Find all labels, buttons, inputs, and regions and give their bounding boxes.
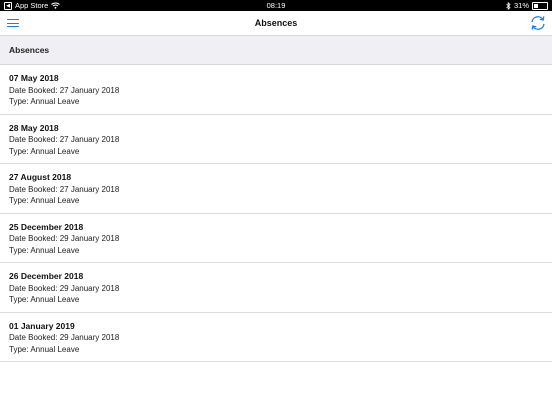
- absence-date: 26 December 2018: [9, 271, 84, 281]
- absence-type-text: Type: Annual Leave: [9, 97, 80, 106]
- battery-icon: [532, 1, 548, 10]
- absence-type-text: Type: Annual Leave: [9, 245, 80, 255]
- section-title: Absences: [9, 45, 50, 55]
- date-booked-text: Date Booked: 27 January 2018: [9, 135, 120, 144]
- absence-date: 27 August 2018: [9, 172, 72, 182]
- absence-type-text: Type: Annual Leave: [9, 146, 80, 156]
- date-booked-text: Date Booked: 29 January 2018: [9, 234, 120, 243]
- absence-date: 25 December 2018: [9, 221, 84, 232]
- absence-list-item[interactable]: 28 May 2018 Date Booked: 27 January 2018 T…: [0, 115, 552, 164]
- absence-date: 28 May 2018: [9, 122, 59, 133]
- battery-fill: [534, 3, 538, 8]
- absence-list-item[interactable]: 27 August 2018 Date Booked: 27 January 20…: [0, 164, 552, 214]
- date-booked-text: Date Booked: 29 January 2018: [9, 283, 120, 293]
- date-booked-text: Date Booked: 27 January 2018: [9, 85, 120, 95]
- absence-list-item[interactable]: 01 January 2019 Date Booked: 29 January 2…: [0, 313, 552, 362]
- absence-date: 07 May 2018: [9, 73, 59, 83]
- refresh-icon[interactable]: [528, 13, 548, 33]
- status-bar: ◀ App Store 08:19 31%: [0, 0, 552, 11]
- date-booked-text: Date Booked: 29 January 2018: [9, 333, 120, 342]
- battery-percentage: 31%: [513, 1, 529, 10]
- status-right: 31%: [506, 0, 548, 11]
- navigation-bar: Absences: [0, 11, 552, 36]
- date-booked-text: Date Booked: 27 January 2018: [9, 184, 120, 194]
- absence-list: 07 May 2018 Date Booked: 27 January 2018 T…: [0, 65, 552, 362]
- absence-type-text: Type: Annual Leave: [9, 295, 80, 304]
- page-title: Absences: [254, 18, 298, 28]
- bluetooth-icon: [506, 1, 511, 10]
- absence-list-item[interactable]: 25 December 2018 Date Booked: 29 January …: [0, 214, 552, 263]
- absence-type-text: Type: Annual Leave: [9, 344, 80, 354]
- absence-list-item[interactable]: 07 May 2018 Date Booked: 27 January 2018 T…: [0, 65, 552, 115]
- section-header: Absences: [0, 36, 552, 65]
- absence-list-item[interactable]: 26 December 2018 Date Booked: 29 January …: [0, 263, 552, 313]
- absence-type-text: Type: Annual Leave: [9, 196, 80, 205]
- absence-date: 01 January 2019: [9, 320, 75, 331]
- status-time: 08:19: [266, 1, 286, 10]
